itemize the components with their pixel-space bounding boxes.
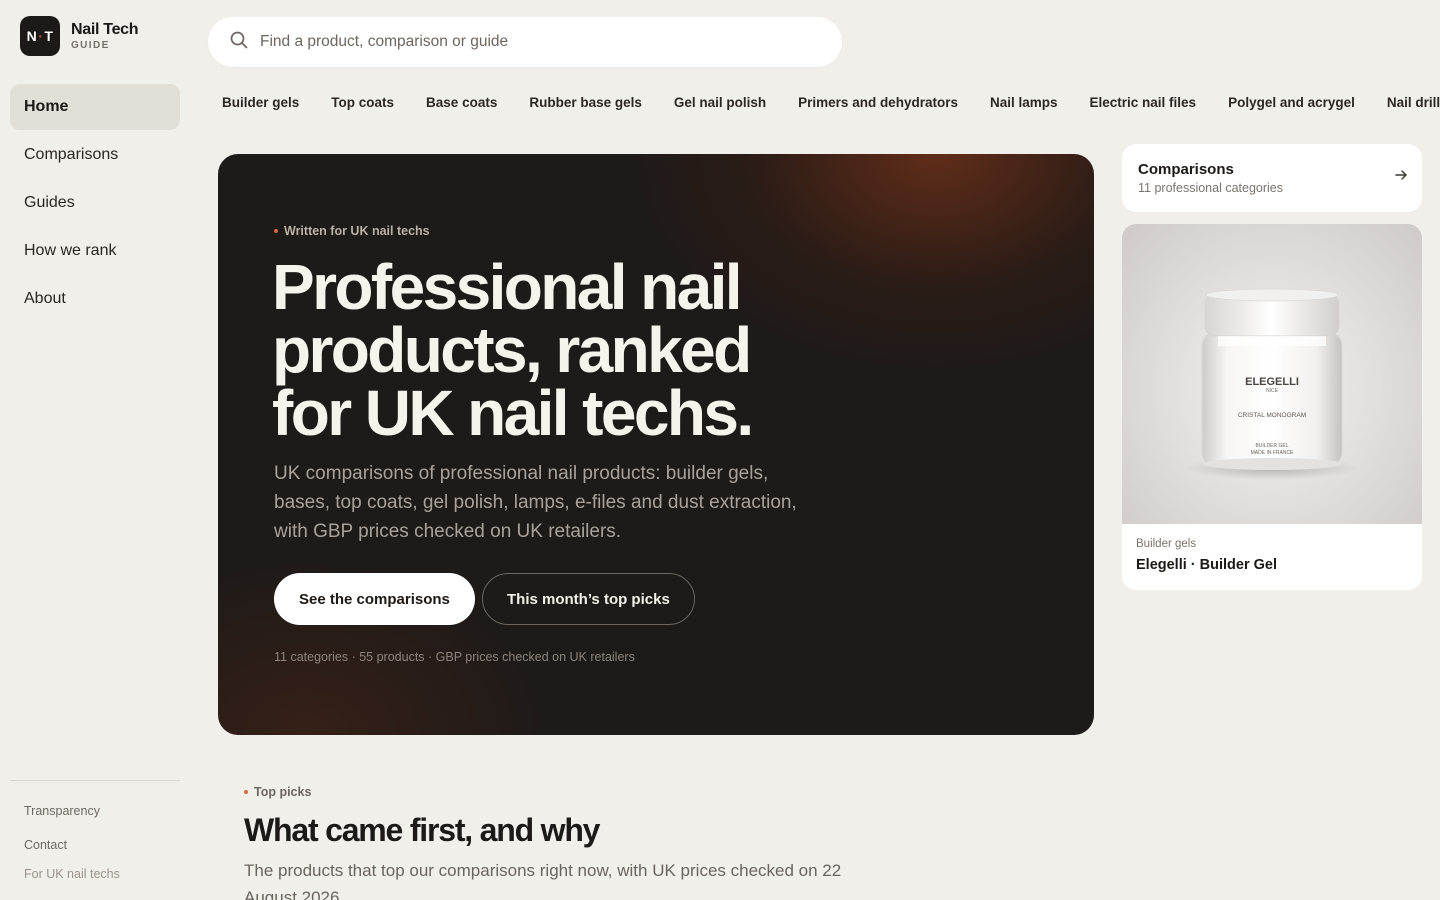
logo-text: Nail Tech GUIDE — [71, 20, 139, 52]
category-link-top-coats[interactable]: Top coats — [317, 95, 408, 110]
category-link-base-coats[interactable]: Base coats — [412, 95, 511, 110]
category-strip: Builder gels Top coats Base coats Rubber… — [208, 84, 1440, 120]
sidebar-item-home[interactable]: Home — [10, 84, 180, 130]
eyebrow-bullet — [244, 790, 248, 794]
comparisons-card-subtitle: 11 professional categories — [1138, 181, 1283, 195]
hero-eyebrow-text: Written for UK nail techs — [284, 224, 430, 238]
search-input[interactable] — [260, 33, 800, 51]
sidebar-item-guides[interactable]: Guides — [10, 180, 180, 226]
category-link-rubber-base-gels[interactable]: Rubber base gels — [515, 95, 656, 110]
brand-tagline: GUIDE — [71, 40, 110, 51]
hero-panel: Written for UK nail techs Professional n… — [218, 154, 1094, 735]
category-link-gel-nail-polish[interactable]: Gel nail polish — [660, 95, 780, 110]
category-link-polygel-and-acrygel[interactable]: Polygel and acrygel — [1214, 95, 1369, 110]
comparisons-card-title: Comparisons — [1138, 161, 1234, 178]
category-link-nail-lamps[interactable]: Nail lamps — [976, 95, 1072, 110]
sidebar-divider — [10, 780, 180, 781]
eyebrow-bullet — [274, 229, 278, 233]
see-comparisons-button[interactable]: See the comparisons — [274, 573, 475, 625]
builder-gel-jar-illustration: ELEGELLI NICE CRISTAL MONOGRAM BUILDER G… — [1186, 288, 1358, 480]
top-picks-eyebrow-text: Top picks — [254, 785, 312, 799]
sidebar-item-how-we-rank[interactable]: How we rank — [10, 228, 180, 274]
sidebar-link-transparency[interactable]: Transparency — [24, 804, 100, 818]
jar-sub-label: NICE — [1266, 388, 1279, 394]
category-link-electric-nail-files[interactable]: Electric nail files — [1076, 95, 1211, 110]
product-image: ELEGELLI NICE CRISTAL MONOGRAM BUILDER G… — [1122, 224, 1422, 524]
sidebar-item-comparisons[interactable]: Comparisons — [10, 132, 180, 178]
brand-name: Nail Tech — [71, 21, 139, 38]
sidebar-item-about[interactable]: About — [10, 276, 180, 322]
logo-mark: N · T — [20, 16, 60, 56]
logo-mark-dot: · — [38, 28, 44, 44]
brand-logo[interactable]: N · T Nail Tech GUIDE — [20, 16, 139, 56]
sidebar-footer-note: For UK nail techs — [24, 867, 120, 881]
search-icon — [230, 31, 248, 54]
hero-title: Professional nail products, ranked for U… — [272, 251, 754, 449]
category-link-primers-and-dehydrators[interactable]: Primers and dehydrators — [784, 95, 972, 110]
top-picks-title: What came first, and why — [244, 812, 600, 848]
logo-mark-left: N — [26, 28, 38, 44]
product-category: Builder gels — [1136, 538, 1197, 550]
jar-bottom-label-1: BUILDER GEL — [1255, 443, 1288, 449]
sidebar-nav: Home Comparisons Guides How we rank Abou… — [10, 84, 180, 324]
category-link-nail-drill-bits[interactable]: Nail drill bits — [1373, 95, 1440, 110]
logo-mark-right: T — [44, 28, 54, 44]
arrow-right-icon — [1394, 168, 1408, 187]
product-name: Elegelli · Builder Gel — [1136, 557, 1278, 573]
top-picks-description: The products that top our comparisons ri… — [244, 861, 842, 900]
sidebar-link-contact[interactable]: Contact — [24, 838, 67, 852]
hero-eyebrow: Written for UK nail techs — [274, 224, 430, 238]
featured-product-card[interactable]: ELEGELLI NICE CRISTAL MONOGRAM BUILDER G… — [1122, 224, 1422, 590]
jar-bottom-label-2: MADE IN FRANCE — [1251, 450, 1294, 456]
category-link-builder-gels[interactable]: Builder gels — [208, 95, 313, 110]
jar-brand-label: ELEGELLI — [1245, 376, 1299, 388]
search-bar[interactable] — [208, 17, 842, 67]
top-picks-button[interactable]: This month’s top picks — [482, 573, 695, 625]
top-picks-eyebrow: Top picks — [244, 785, 311, 799]
hero-description: UK comparisons of professional nail prod… — [274, 463, 797, 542]
comparisons-card[interactable]: Comparisons 11 professional categories — [1122, 144, 1422, 212]
hero-meta: 11 categories · 55 products · GBP prices… — [274, 650, 635, 664]
jar-line-label: CRISTAL MONOGRAM — [1238, 412, 1306, 419]
